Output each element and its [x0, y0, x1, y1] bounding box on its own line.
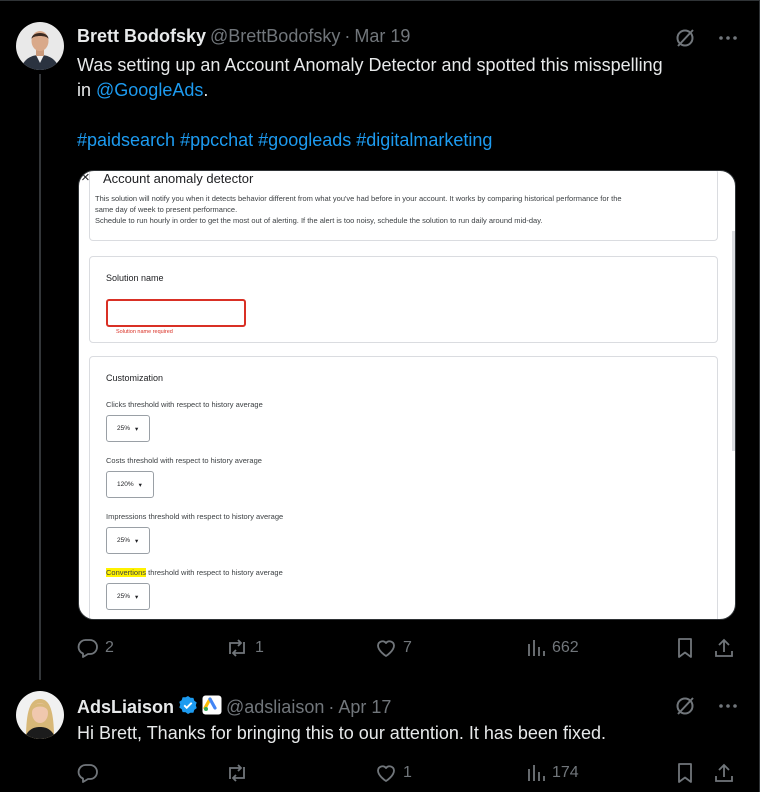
threshold-value: 25%: [117, 425, 131, 432]
tweet-media-image[interactable]: × Account anomaly detector This solution…: [78, 170, 736, 620]
share-button[interactable]: [713, 762, 735, 784]
customization-label: Customization: [106, 373, 164, 383]
threshold-dropdown-costs: 120% ▾: [106, 471, 154, 498]
more-options-icon[interactable]: [718, 696, 738, 721]
views-chart-icon: [526, 762, 546, 784]
reply-icon: [77, 762, 99, 784]
tweet-text-in: in: [77, 80, 97, 100]
bookmark-button[interactable]: [675, 637, 695, 659]
threshold-dropdown-conversions: 25% ▾: [106, 583, 150, 610]
repost-button[interactable]: 1: [225, 637, 264, 659]
repost-icon: [225, 637, 249, 659]
tweet-text: Was setting up an Account Anomaly Detect…: [77, 53, 737, 153]
hashtag-line: #paidsearch #ppcchat #googleads #digital…: [77, 128, 737, 153]
share-icon: [713, 637, 735, 659]
caret-down-icon: ▾: [135, 537, 139, 545]
tweet-text-line1: Was setting up an Account Anomaly Detect…: [77, 55, 663, 75]
avatar-adsliaison[interactable]: [16, 691, 64, 739]
thread-connector-line: [39, 74, 41, 680]
threshold-label-impressions: Impressions threshold with respect to hi…: [106, 512, 284, 521]
threshold-label-costs: Costs threshold with respect to history …: [106, 456, 262, 465]
solution-name-error: Solution name required: [116, 329, 173, 335]
media-scrollbar: [732, 231, 735, 451]
tweet-text: Hi Brett, Thanks for bringing this to ou…: [77, 723, 606, 743]
solution-name-label: Solution name: [106, 273, 164, 283]
like-button[interactable]: 1: [375, 762, 412, 784]
share-icon: [713, 762, 735, 784]
google-ads-affiliate-icon[interactable]: [202, 695, 222, 720]
threshold-value: 25%: [117, 593, 131, 600]
threshold-label-conversions: Convertions threshold with respect to hi…: [106, 568, 283, 577]
share-button[interactable]: [713, 637, 735, 659]
more-options-icon[interactable]: [718, 28, 738, 53]
threshold-value: 120%: [117, 481, 134, 488]
reply-button[interactable]: [77, 762, 99, 784]
like-count: 7: [403, 639, 412, 656]
tweet-header: Brett Bodofsky @BrettBodofsky · Mar 19: [77, 26, 410, 47]
tweet-date[interactable]: Mar 19: [354, 26, 410, 47]
reply-icon: [77, 637, 99, 659]
separator-dot: ·: [328, 697, 335, 717]
bookmark-icon: [675, 637, 695, 659]
caret-down-icon: ▾: [138, 481, 142, 489]
views-button[interactable]: 662: [526, 637, 579, 659]
grok-icon[interactable]: [674, 695, 696, 722]
tweet-original[interactable]: Brett Bodofsky @BrettBodofsky · Mar 19 W…: [0, 0, 760, 680]
repost-icon: [225, 762, 249, 784]
author-handle[interactable]: @adsliaison: [226, 697, 324, 718]
description-card: [89, 171, 718, 241]
bookmark-button[interactable]: [675, 762, 695, 784]
heart-icon: [375, 762, 397, 784]
like-count: 1: [403, 764, 412, 781]
tweet-text-period: .: [203, 80, 209, 100]
misspelling-highlight: Convertions: [106, 568, 147, 577]
tweet-header: AdsLiaison @adsliaison · Apr 17: [77, 695, 391, 720]
threshold-label-rest: threshold with respect to history averag…: [146, 568, 283, 577]
heart-icon: [375, 637, 397, 659]
hashtag-link[interactable]: #paidsearch: [77, 130, 175, 150]
author-handle[interactable]: @BrettBodofsky: [210, 26, 340, 47]
threshold-label-clicks: Clicks threshold with respect to history…: [106, 400, 263, 409]
caret-down-icon: ▾: [135, 593, 139, 601]
repost-count: 1: [255, 639, 264, 656]
tweet-header-actions: [674, 27, 738, 54]
hashtag-link[interactable]: #digitalmarketing: [356, 130, 492, 150]
views-count: 662: [552, 639, 579, 656]
hashtag-link[interactable]: #googleads: [258, 130, 351, 150]
hashtag-link[interactable]: #ppcchat: [180, 130, 253, 150]
avatar-brett[interactable]: [16, 22, 64, 70]
tweet-date[interactable]: Apr 17: [338, 697, 391, 718]
author-name[interactable]: Brett Bodofsky: [77, 26, 206, 47]
author-name[interactable]: AdsLiaison: [77, 697, 174, 718]
reply-button[interactable]: 2: [77, 637, 114, 659]
reply-count: 2: [105, 639, 114, 656]
threshold-value: 25%: [117, 537, 131, 544]
grok-icon[interactable]: [674, 27, 696, 54]
solution-name-input: [106, 299, 246, 327]
repost-button[interactable]: [225, 762, 249, 784]
like-button[interactable]: 7: [375, 637, 412, 659]
threshold-dropdown-clicks: 25% ▾: [106, 415, 150, 442]
bookmark-icon: [675, 762, 695, 784]
views-chart-icon: [526, 637, 546, 659]
caret-down-icon: ▾: [135, 425, 139, 433]
solution-name-card: Solution name Solution name required: [89, 256, 718, 343]
views-button[interactable]: 174: [526, 762, 579, 784]
tweet-header-actions: [674, 695, 738, 722]
customization-card: Customization Clicks threshold with resp…: [89, 356, 718, 619]
threshold-dropdown-impressions: 25% ▾: [106, 527, 150, 554]
tweet-reply[interactable]: AdsLiaison @adsliaison · Apr 17 Hi Brett…: [0, 676, 760, 792]
separator-dot: ·: [344, 26, 351, 46]
tweet-text-line2: in @GoogleAds.: [77, 78, 737, 103]
views-count: 174: [552, 764, 579, 781]
tweet-actions: 2 1 7 662: [77, 637, 742, 661]
verified-badge-icon: [178, 695, 198, 720]
mention-link[interactable]: @GoogleAds: [96, 80, 203, 100]
tweet-actions: 1 174: [77, 762, 742, 786]
